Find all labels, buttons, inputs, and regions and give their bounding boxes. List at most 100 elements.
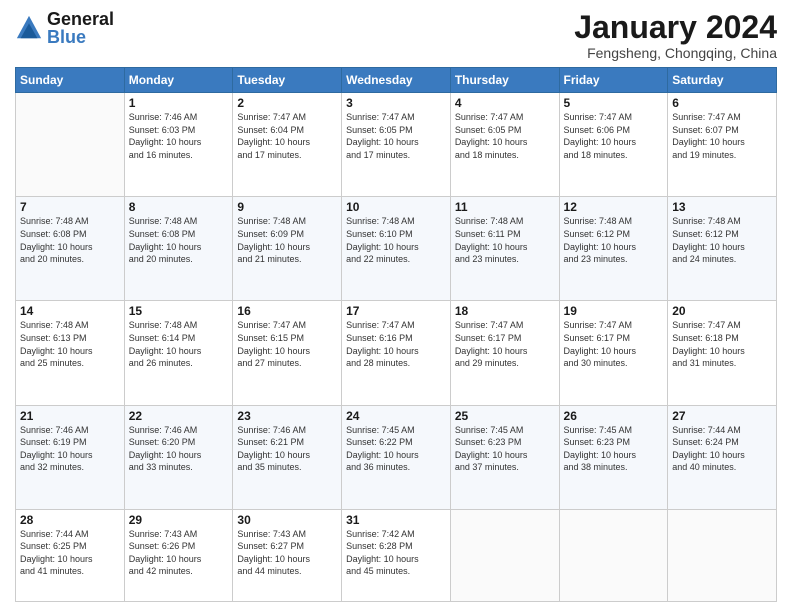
- day-number: 15: [129, 304, 229, 318]
- day-number: 24: [346, 409, 446, 423]
- day-number: 27: [672, 409, 772, 423]
- day-number: 17: [346, 304, 446, 318]
- day-header-wednesday: Wednesday: [342, 68, 451, 93]
- day-number: 6: [672, 96, 772, 110]
- week-row-4: 21Sunrise: 7:46 AM Sunset: 6:19 PM Dayli…: [16, 405, 777, 509]
- day-number: 3: [346, 96, 446, 110]
- calendar-cell: 4Sunrise: 7:47 AM Sunset: 6:05 PM Daylig…: [450, 93, 559, 197]
- day-number: 11: [455, 200, 555, 214]
- day-number: 29: [129, 513, 229, 527]
- logo-icon: [15, 14, 43, 42]
- day-number: 12: [564, 200, 664, 214]
- calendar-cell: 25Sunrise: 7:45 AM Sunset: 6:23 PM Dayli…: [450, 405, 559, 509]
- day-number: 16: [237, 304, 337, 318]
- day-number: 9: [237, 200, 337, 214]
- calendar-cell: 23Sunrise: 7:46 AM Sunset: 6:21 PM Dayli…: [233, 405, 342, 509]
- day-number: 7: [20, 200, 120, 214]
- day-number: 10: [346, 200, 446, 214]
- calendar-cell: [16, 93, 125, 197]
- day-header-tuesday: Tuesday: [233, 68, 342, 93]
- day-info: Sunrise: 7:45 AM Sunset: 6:23 PM Dayligh…: [564, 424, 664, 474]
- calendar-cell: 21Sunrise: 7:46 AM Sunset: 6:19 PM Dayli…: [16, 405, 125, 509]
- calendar-cell: 20Sunrise: 7:47 AM Sunset: 6:18 PM Dayli…: [668, 301, 777, 405]
- day-info: Sunrise: 7:48 AM Sunset: 6:08 PM Dayligh…: [129, 215, 229, 265]
- calendar-cell: 26Sunrise: 7:45 AM Sunset: 6:23 PM Dayli…: [559, 405, 668, 509]
- calendar-body: 1Sunrise: 7:46 AM Sunset: 6:03 PM Daylig…: [16, 93, 777, 602]
- calendar-cell: 16Sunrise: 7:47 AM Sunset: 6:15 PM Dayli…: [233, 301, 342, 405]
- calendar-cell: 24Sunrise: 7:45 AM Sunset: 6:22 PM Dayli…: [342, 405, 451, 509]
- day-number: 1: [129, 96, 229, 110]
- day-info: Sunrise: 7:46 AM Sunset: 6:20 PM Dayligh…: [129, 424, 229, 474]
- calendar-table: SundayMondayTuesdayWednesdayThursdayFrid…: [15, 67, 777, 602]
- day-info: Sunrise: 7:47 AM Sunset: 6:07 PM Dayligh…: [672, 111, 772, 161]
- page: General Blue January 2024 Fengsheng, Cho…: [0, 0, 792, 612]
- day-info: Sunrise: 7:44 AM Sunset: 6:25 PM Dayligh…: [20, 528, 120, 578]
- day-header-row: SundayMondayTuesdayWednesdayThursdayFrid…: [16, 68, 777, 93]
- week-row-1: 1Sunrise: 7:46 AM Sunset: 6:03 PM Daylig…: [16, 93, 777, 197]
- day-header-sunday: Sunday: [16, 68, 125, 93]
- logo: General Blue: [15, 10, 114, 46]
- day-info: Sunrise: 7:47 AM Sunset: 6:05 PM Dayligh…: [346, 111, 446, 161]
- calendar-cell: [668, 509, 777, 601]
- day-info: Sunrise: 7:46 AM Sunset: 6:19 PM Dayligh…: [20, 424, 120, 474]
- day-number: 5: [564, 96, 664, 110]
- calendar-cell: 13Sunrise: 7:48 AM Sunset: 6:12 PM Dayli…: [668, 197, 777, 301]
- day-info: Sunrise: 7:47 AM Sunset: 6:17 PM Dayligh…: [564, 319, 664, 369]
- week-row-2: 7Sunrise: 7:48 AM Sunset: 6:08 PM Daylig…: [16, 197, 777, 301]
- calendar-cell: 11Sunrise: 7:48 AM Sunset: 6:11 PM Dayli…: [450, 197, 559, 301]
- day-info: Sunrise: 7:47 AM Sunset: 6:04 PM Dayligh…: [237, 111, 337, 161]
- calendar-cell: 18Sunrise: 7:47 AM Sunset: 6:17 PM Dayli…: [450, 301, 559, 405]
- week-row-3: 14Sunrise: 7:48 AM Sunset: 6:13 PM Dayli…: [16, 301, 777, 405]
- calendar-cell: [559, 509, 668, 601]
- day-number: 31: [346, 513, 446, 527]
- day-info: Sunrise: 7:45 AM Sunset: 6:22 PM Dayligh…: [346, 424, 446, 474]
- location-subtitle: Fengsheng, Chongqing, China: [574, 45, 777, 61]
- calendar-cell: 22Sunrise: 7:46 AM Sunset: 6:20 PM Dayli…: [124, 405, 233, 509]
- day-number: 8: [129, 200, 229, 214]
- day-header-saturday: Saturday: [668, 68, 777, 93]
- day-number: 18: [455, 304, 555, 318]
- calendar-cell: 28Sunrise: 7:44 AM Sunset: 6:25 PM Dayli…: [16, 509, 125, 601]
- day-info: Sunrise: 7:43 AM Sunset: 6:26 PM Dayligh…: [129, 528, 229, 578]
- month-year-title: January 2024: [574, 10, 777, 45]
- day-number: 20: [672, 304, 772, 318]
- calendar-header: SundayMondayTuesdayWednesdayThursdayFrid…: [16, 68, 777, 93]
- day-info: Sunrise: 7:43 AM Sunset: 6:27 PM Dayligh…: [237, 528, 337, 578]
- day-number: 28: [20, 513, 120, 527]
- day-info: Sunrise: 7:48 AM Sunset: 6:09 PM Dayligh…: [237, 215, 337, 265]
- day-info: Sunrise: 7:42 AM Sunset: 6:28 PM Dayligh…: [346, 528, 446, 578]
- calendar-cell: 14Sunrise: 7:48 AM Sunset: 6:13 PM Dayli…: [16, 301, 125, 405]
- calendar-cell: 1Sunrise: 7:46 AM Sunset: 6:03 PM Daylig…: [124, 93, 233, 197]
- calendar-cell: 29Sunrise: 7:43 AM Sunset: 6:26 PM Dayli…: [124, 509, 233, 601]
- title-area: January 2024 Fengsheng, Chongqing, China: [574, 10, 777, 61]
- calendar-cell: 17Sunrise: 7:47 AM Sunset: 6:16 PM Dayli…: [342, 301, 451, 405]
- calendar-cell: 8Sunrise: 7:48 AM Sunset: 6:08 PM Daylig…: [124, 197, 233, 301]
- day-info: Sunrise: 7:48 AM Sunset: 6:12 PM Dayligh…: [672, 215, 772, 265]
- day-number: 14: [20, 304, 120, 318]
- day-number: 30: [237, 513, 337, 527]
- calendar-cell: 12Sunrise: 7:48 AM Sunset: 6:12 PM Dayli…: [559, 197, 668, 301]
- day-number: 4: [455, 96, 555, 110]
- day-info: Sunrise: 7:44 AM Sunset: 6:24 PM Dayligh…: [672, 424, 772, 474]
- day-info: Sunrise: 7:47 AM Sunset: 6:15 PM Dayligh…: [237, 319, 337, 369]
- day-info: Sunrise: 7:47 AM Sunset: 6:06 PM Dayligh…: [564, 111, 664, 161]
- day-info: Sunrise: 7:45 AM Sunset: 6:23 PM Dayligh…: [455, 424, 555, 474]
- day-info: Sunrise: 7:48 AM Sunset: 6:08 PM Dayligh…: [20, 215, 120, 265]
- calendar-cell: 7Sunrise: 7:48 AM Sunset: 6:08 PM Daylig…: [16, 197, 125, 301]
- calendar-cell: 15Sunrise: 7:48 AM Sunset: 6:14 PM Dayli…: [124, 301, 233, 405]
- calendar-cell: 6Sunrise: 7:47 AM Sunset: 6:07 PM Daylig…: [668, 93, 777, 197]
- calendar-cell: 2Sunrise: 7:47 AM Sunset: 6:04 PM Daylig…: [233, 93, 342, 197]
- calendar-cell: 31Sunrise: 7:42 AM Sunset: 6:28 PM Dayli…: [342, 509, 451, 601]
- day-number: 26: [564, 409, 664, 423]
- day-info: Sunrise: 7:48 AM Sunset: 6:13 PM Dayligh…: [20, 319, 120, 369]
- calendar-cell: 5Sunrise: 7:47 AM Sunset: 6:06 PM Daylig…: [559, 93, 668, 197]
- day-info: Sunrise: 7:48 AM Sunset: 6:10 PM Dayligh…: [346, 215, 446, 265]
- day-info: Sunrise: 7:46 AM Sunset: 6:21 PM Dayligh…: [237, 424, 337, 474]
- calendar-cell: [450, 509, 559, 601]
- day-number: 21: [20, 409, 120, 423]
- day-number: 2: [237, 96, 337, 110]
- day-info: Sunrise: 7:47 AM Sunset: 6:16 PM Dayligh…: [346, 319, 446, 369]
- day-number: 22: [129, 409, 229, 423]
- logo-text: General Blue: [47, 10, 114, 46]
- calendar-cell: 3Sunrise: 7:47 AM Sunset: 6:05 PM Daylig…: [342, 93, 451, 197]
